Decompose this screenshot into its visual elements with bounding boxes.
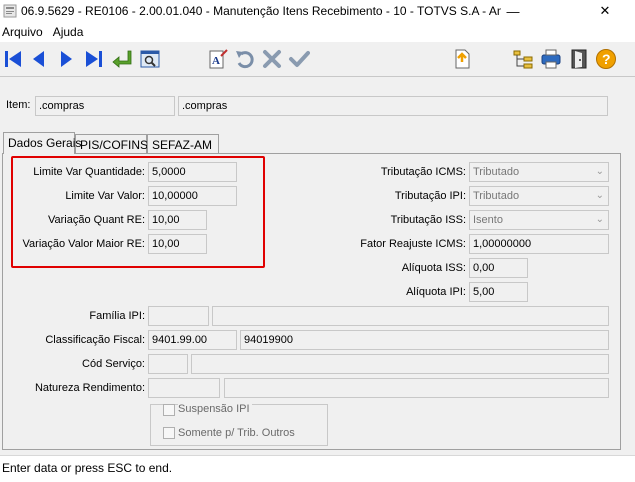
item-label: Item: (6, 99, 31, 111)
search-window-icon (140, 50, 160, 68)
enter-arrow-icon (112, 50, 132, 68)
close-button[interactable]: ✕ (582, 0, 628, 22)
cod-servico-description-field[interactable] (191, 354, 609, 374)
tributacao-ipi-select[interactable]: Tributado ⌄ (469, 186, 609, 206)
limite-var-quantidade-field[interactable]: 5,0000 (148, 162, 237, 182)
variacao-quant-re-field[interactable]: 10,00 (148, 210, 207, 230)
help-button[interactable]: ? (594, 47, 618, 71)
menu-ajuda[interactable]: Ajuda (51, 25, 88, 39)
print-button[interactable] (539, 47, 563, 71)
tributacao-iss-select[interactable]: Isento ⌄ (469, 210, 609, 230)
familia-ipi-description-field[interactable] (212, 306, 609, 326)
chevron-down-icon: ⌄ (595, 166, 604, 177)
goto-button[interactable] (110, 47, 134, 71)
first-record-icon (5, 51, 21, 67)
chevron-down-icon: ⌄ (595, 214, 604, 225)
previous-record-button[interactable] (27, 47, 51, 71)
variacao-valor-maior-re-label: Variação Valor Maior RE: (22, 238, 145, 250)
tree-structure-icon (513, 50, 533, 69)
tree-view-button[interactable] (511, 47, 535, 71)
limite-var-valor-label: Limite Var Valor: (65, 190, 145, 202)
menu-bar: Arquivo Ajuda (0, 22, 635, 42)
tab-pis-cofins[interactable]: PIS/COFINS (75, 134, 148, 154)
variacao-quant-re-label: Variação Quant RE: (47, 214, 145, 226)
aliquota-iss-field[interactable]: 0,00 (469, 258, 528, 278)
next-record-button[interactable] (54, 47, 78, 71)
tab-dados-gerais[interactable]: Dados Gerais (3, 132, 81, 154)
item-description-field[interactable]: .compras (178, 96, 608, 116)
aliquota-ipi-field[interactable]: 5,00 (469, 282, 528, 302)
svg-text:A: A (212, 55, 220, 67)
tributacao-ipi-value: Tributado (473, 190, 520, 202)
search-button[interactable] (138, 47, 162, 71)
cod-servico-code-field[interactable] (148, 354, 188, 374)
tab-sefaz-am[interactable]: SEFAZ-AM (147, 134, 219, 154)
window-title: 06.9.5629 - RE0106 - 2.00.01.040 - Manut… (21, 4, 501, 18)
tributacao-icms-select[interactable]: Tributado ⌄ (469, 162, 609, 182)
last-record-icon (86, 51, 102, 67)
svg-text:?: ? (602, 51, 611, 67)
aliquota-ipi-label: Alíquota IPI: (406, 286, 466, 298)
edit-button[interactable]: A (206, 47, 230, 71)
limite-var-valor-field[interactable]: 10,00000 (148, 186, 237, 206)
limite-var-quantidade-label: Limite Var Quantidade: (33, 166, 145, 178)
next-record-icon (61, 51, 72, 67)
minimize-button[interactable]: — (490, 0, 536, 22)
checkmark-icon (289, 51, 310, 67)
new-document-button[interactable] (450, 47, 474, 71)
undo-button[interactable] (233, 47, 257, 71)
menu-arquivo[interactable]: Arquivo (0, 25, 47, 39)
variacao-valor-maior-re-field[interactable]: 10,00 (148, 234, 207, 254)
tributacao-icms-label: Tributação ICMS: (380, 166, 466, 178)
edit-document-icon: A (209, 49, 228, 69)
tributacao-ipi-label: Tributação IPI: (394, 190, 466, 202)
undo-icon (236, 51, 254, 69)
printer-icon (541, 49, 561, 69)
cancel-button[interactable] (260, 47, 284, 71)
title-bar: 06.9.5629 - RE0106 - 2.00.01.040 - Manut… (0, 0, 635, 22)
classificacao-fiscal-code-field[interactable]: 9401.99.00 (148, 330, 237, 350)
familia-ipi-code-field[interactable] (148, 306, 209, 326)
confirm-button[interactable] (287, 47, 311, 71)
item-code-field[interactable]: .compras (35, 96, 175, 116)
tributacao-iss-label: Tributação ISS: (390, 214, 466, 226)
chevron-down-icon: ⌄ (595, 190, 604, 201)
fator-reajuste-icms-label: Fator Reajuste ICMS: (360, 238, 466, 250)
natureza-rendimento-code-field[interactable] (148, 378, 220, 398)
fator-reajuste-icms-field[interactable]: 1,00000000 (469, 234, 609, 254)
classificacao-fiscal-description-field[interactable]: 94019900 (240, 330, 609, 350)
previous-record-icon (33, 51, 44, 67)
toolbar: A ? (0, 43, 635, 77)
app-icon (3, 4, 17, 18)
natureza-rendimento-label: Natureza Rendimento: (34, 382, 145, 394)
last-record-button[interactable] (82, 47, 106, 71)
somente-trib-outros-label: Somente p/ Trib. Outros (178, 427, 295, 439)
first-record-button[interactable] (1, 47, 25, 71)
tributacao-icms-value: Tributado (473, 166, 520, 178)
new-document-icon (455, 49, 470, 69)
somente-trib-outros-checkbox[interactable] (163, 427, 175, 439)
cancel-x-icon (263, 50, 281, 68)
status-bar: Enter data or press ESC to end. (0, 455, 635, 482)
suspensao-ipi-checkbox[interactable] (163, 404, 175, 416)
aliquota-iss-label: Alíquota ISS: (401, 262, 466, 274)
classificacao-fiscal-label: Classificação Fiscal: (45, 334, 145, 346)
help-icon: ? (596, 49, 616, 69)
tributacao-iss-value: Isento (473, 214, 503, 226)
suspensao-ipi-label: Suspensão IPI (178, 403, 252, 415)
exit-door-icon (571, 49, 587, 69)
familia-ipi-label: Família IPI: (89, 310, 145, 322)
exit-button[interactable] (567, 47, 591, 71)
cod-servico-label: Cód Serviço: (82, 358, 145, 370)
natureza-rendimento-description-field[interactable] (224, 378, 609, 398)
